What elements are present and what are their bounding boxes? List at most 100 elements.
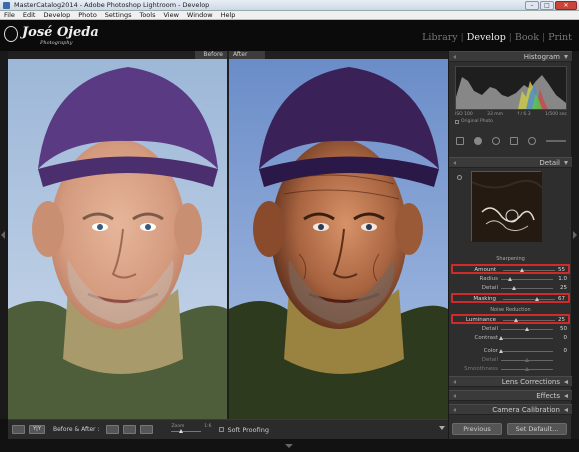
spot-removal-tool-icon[interactable] <box>474 137 482 145</box>
noise-smoothness-slider[interactable]: Smoothness <box>451 365 570 374</box>
detail-header[interactable]: Detail <box>449 157 572 168</box>
slider-knob[interactable] <box>498 336 503 340</box>
slider-value[interactable]: 25 <box>558 316 565 325</box>
menu-develop[interactable]: Develop <box>39 11 74 19</box>
panel-side-arrow-icon <box>453 380 456 384</box>
slider-track[interactable] <box>503 320 555 321</box>
noise-contrast-slider[interactable]: Contrast 0 <box>451 334 570 343</box>
maximize-button[interactable]: □ <box>540 1 554 10</box>
menu-help[interactable]: Help <box>217 11 240 19</box>
slider-track[interactable] <box>501 338 553 339</box>
minimize-button[interactable]: – <box>525 1 539 10</box>
lightroom-app-icon <box>3 2 10 9</box>
detail-zoom-preview[interactable] <box>471 171 542 242</box>
detail-target-icon[interactable] <box>457 175 462 180</box>
effects-header[interactable]: Effects <box>449 390 572 401</box>
module-book[interactable]: Book <box>512 32 542 43</box>
set-default-button[interactable]: Set Default... <box>507 423 567 435</box>
before-after-view-button[interactable]: Y|Y <box>29 425 45 434</box>
copy-after-to-before-button[interactable] <box>123 425 137 434</box>
slider-knob[interactable] <box>535 297 540 301</box>
menu-window[interactable]: Window <box>183 11 217 19</box>
sharpening-amount-slider[interactable]: Amount 55 <box>451 264 570 274</box>
adjustment-brush-icon[interactable] <box>546 140 566 142</box>
red-eye-tool-icon[interactable] <box>492 137 500 145</box>
histogram-header[interactable]: Histogram <box>449 51 572 62</box>
expand-lens-corrections-icon[interactable] <box>564 380 568 384</box>
collapse-right-panel-icon[interactable] <box>573 231 577 239</box>
original-photo-checkbox[interactable] <box>455 119 459 124</box>
menu-photo[interactable]: Photo <box>74 11 101 19</box>
slider-knob[interactable] <box>524 367 529 371</box>
swap-before-after-button[interactable] <box>140 425 154 434</box>
before-pane[interactable]: Before <box>8 51 227 419</box>
exif-aperture: f / 6.3 <box>517 112 531 117</box>
expand-camera-calibration-icon[interactable] <box>564 408 568 412</box>
zoom-value: 1:6 <box>204 423 212 429</box>
menu-view[interactable]: View <box>159 11 182 19</box>
crop-tool-icon[interactable] <box>456 137 464 145</box>
collapse-detail-icon[interactable] <box>564 161 568 165</box>
zoom-track[interactable] <box>171 430 202 432</box>
noise-luminance-slider[interactable]: Luminance 25 <box>451 314 570 324</box>
filmstrip-collapsed[interactable] <box>0 439 579 452</box>
zoom-knob[interactable] <box>179 428 184 433</box>
previous-button[interactable]: Previous <box>452 423 502 435</box>
window-controls: – □ ✕ <box>525 1 577 10</box>
menu-settings[interactable]: Settings <box>101 11 136 19</box>
slider-track[interactable] <box>503 270 555 271</box>
slider-knob[interactable] <box>511 286 516 290</box>
sharpening-detail-slider[interactable]: Detail 25 <box>451 284 570 293</box>
slider-track[interactable] <box>503 299 555 300</box>
noise-detail-slider[interactable]: Detail 50 <box>451 325 570 334</box>
module-library[interactable]: Library <box>419 32 461 43</box>
slider-track[interactable] <box>501 351 553 352</box>
close-button[interactable]: ✕ <box>555 1 577 10</box>
module-develop[interactable]: Develop <box>464 32 509 43</box>
loupe-view-button[interactable] <box>12 425 25 434</box>
histogram-graph[interactable] <box>455 66 567 110</box>
slider-knob[interactable] <box>519 268 524 272</box>
copy-before-to-after-button[interactable] <box>106 425 120 434</box>
slider-knob[interactable] <box>524 358 529 362</box>
lens-corrections-header[interactable]: Lens Corrections <box>449 376 572 387</box>
slider-value[interactable]: 1.0 <box>558 275 567 284</box>
slider-knob[interactable] <box>498 349 503 353</box>
noise-color-detail-slider[interactable]: Detail <box>451 356 570 365</box>
slider-value[interactable]: 50 <box>560 325 567 334</box>
left-panel-collapsed[interactable] <box>0 51 8 419</box>
sharpening-masking-slider[interactable]: Masking 67 <box>451 293 570 303</box>
slider-track[interactable] <box>501 288 553 289</box>
slider-value[interactable]: 55 <box>558 266 565 275</box>
menu-file[interactable]: File <box>0 11 19 19</box>
toolbar-options-chevron-icon[interactable] <box>439 426 445 430</box>
identity-plate-tagline: Photography <box>40 40 73 46</box>
collapse-histogram-icon[interactable] <box>564 55 568 59</box>
radial-filter-icon[interactable] <box>528 137 536 145</box>
module-picker: Library | Develop | Book | Print <box>419 32 575 43</box>
slider-value[interactable]: 25 <box>560 284 567 293</box>
slider-value[interactable]: 67 <box>558 295 565 304</box>
slider-knob[interactable] <box>507 277 512 281</box>
soft-proofing-toggle[interactable]: Soft Proofing <box>219 426 269 434</box>
camera-calibration-title: Camera Calibration <box>492 406 560 414</box>
slider-value[interactable]: 0 <box>564 334 568 343</box>
graduated-filter-icon[interactable] <box>510 137 518 145</box>
noise-color-slider[interactable]: Color 0 <box>451 347 570 356</box>
expand-left-panel-icon[interactable] <box>1 231 5 239</box>
zoom-slider[interactable]: Zoom 1:6 <box>171 424 211 436</box>
slider-value[interactable]: 0 <box>564 347 568 356</box>
soft-proofing-checkbox[interactable] <box>219 427 225 432</box>
right-edge-strip[interactable] <box>571 51 579 439</box>
slider-knob[interactable] <box>524 327 529 331</box>
expand-effects-icon[interactable] <box>564 394 568 398</box>
camera-calibration-header[interactable]: Camera Calibration <box>449 404 572 415</box>
after-pane[interactable]: After <box>229 51 448 419</box>
slider-knob[interactable] <box>513 318 518 322</box>
menu-tools[interactable]: Tools <box>135 11 159 19</box>
expand-filmstrip-icon[interactable] <box>285 444 293 448</box>
menu-edit[interactable]: Edit <box>19 11 40 19</box>
original-photo-toggle[interactable]: Original Photo <box>455 119 493 124</box>
module-print[interactable]: Print <box>545 32 575 43</box>
sharpening-radius-slider[interactable]: Radius 1.0 <box>451 275 570 284</box>
